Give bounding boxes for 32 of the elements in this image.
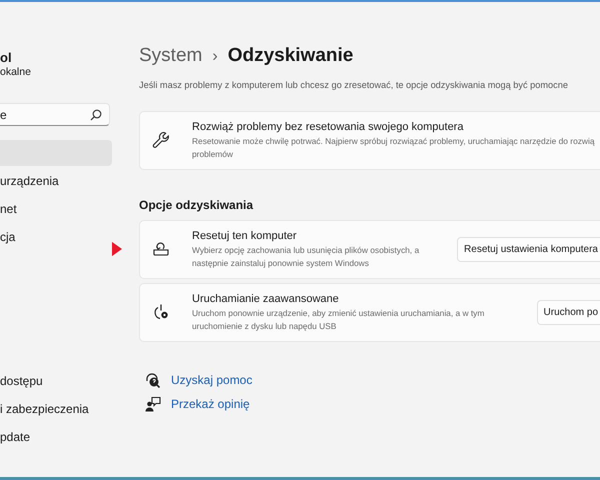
breadcrumb-separator: › [212, 48, 218, 65]
person-feedback-icon [145, 396, 161, 412]
nav-item[interactable]: pdate [0, 424, 112, 450]
card-description: Resetowanie może chwilę potrwać. Najpierw spróbuj rozwiązać problemy, uruchamiając narzędzie do rozwią problemów [192, 134, 594, 161]
wrench-icon [152, 131, 170, 150]
nav-item[interactable]: dostępu [0, 368, 112, 394]
action-button[interactable]: Uruchom po [536, 300, 600, 325]
card-description: Wybierz opcję zachowania lub usunięcia plików osobistych, a następnie zainstaluj ponownie system Windows [192, 244, 420, 270]
card-title: Resetuj ten komputer [192, 228, 298, 244]
card-title: Rozwiąż problemy bez resetowania swojego komputera [192, 120, 464, 135]
search-icon [90, 109, 102, 121]
card-description: Uruchom ponownie urządzenie, aby zmienić ustawienia uruchamiania, a w tym uruchomienie z dysku lub napędu USB [192, 306, 484, 333]
section-heading: Opcje odzyskiwania [139, 196, 254, 214]
power-gear-icon [152, 303, 170, 322]
card-title: Uruchamianie zaawansowane [192, 292, 340, 307]
nav-item[interactable]: net [0, 196, 112, 222]
reset-icon [152, 241, 170, 258]
nav-item[interactable]: urządzenia [0, 168, 112, 194]
user-name: ol [0, 50, 13, 65]
help-icon [145, 372, 161, 388]
nav-item[interactable]: cja [0, 224, 112, 250]
link[interactable]: Uzyskaj pomoc [171, 370, 252, 389]
breadcrumb-link[interactable]: System [139, 45, 202, 66]
account-type: okalne [0, 65, 32, 79]
nav-item[interactable]: i zabezpieczenia [0, 396, 112, 422]
link[interactable]: Przekaż opinię [171, 394, 250, 413]
search-field[interactable]: e [0, 103, 110, 126]
page-title: Odzyskiwanie [228, 45, 354, 66]
page-description: Jeśli masz problemy z komputerem lub chcesz go zresetować, te opcje odzyskiwania mogą być pomocne [139, 79, 569, 92]
action-button[interactable]: Resetuj ustawienia komputera [457, 236, 600, 262]
recovery-option-card[interactable]: Uruchamianie zaawansowane Uruchom ponownie urządzenie, aby zmienić ustawienia uruchamiania, a w tym uruchomienie z dysku lub napędu USB Uruchom po [139, 282, 600, 342]
recovery-option-card[interactable]: Resetuj ten komputer Wybierz opcję zachowania lub usunięcia plików osobistych, a następnie zainstaluj ponownie system Windows Resetuj ustawienia komputera [139, 220, 600, 279]
